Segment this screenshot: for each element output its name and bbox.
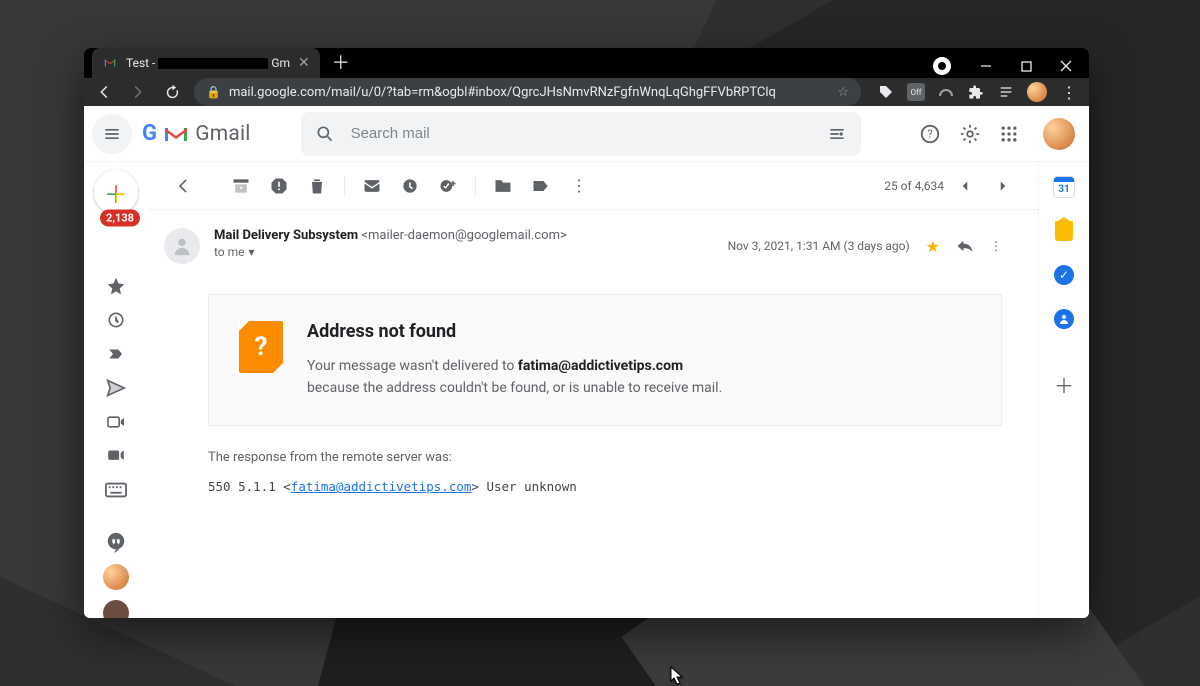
nav-reload-button[interactable] (160, 80, 184, 104)
unread-badge: 2,138 (100, 210, 140, 227)
svg-text:?: ? (927, 127, 932, 140)
sender-address: <mailer-daemon@googlemail.com> (361, 228, 566, 243)
gmail-envelope-icon (163, 124, 189, 144)
lock-icon: 🔒 (206, 85, 221, 99)
window-close-button[interactable] (1049, 52, 1083, 80)
calendar-addon-icon[interactable]: 31 (1053, 176, 1075, 198)
tab-strip: Test - Gm ✕ ＋ (84, 48, 1089, 78)
snooze-button[interactable] (393, 169, 427, 203)
omnibox[interactable]: 🔒 mail.google.com/mail/u/0/?tab=rm&ogbl#… (194, 78, 861, 106)
bounce-icon: ? (239, 321, 283, 373)
rail-meet-camera-icon[interactable] (104, 410, 128, 434)
rail-sent-icon[interactable] (104, 376, 128, 400)
sender-avatar (164, 228, 200, 264)
tab-title: Test - Gm (126, 56, 290, 70)
extension-tag-icon[interactable] (877, 83, 895, 101)
nav-back-button[interactable] (92, 80, 116, 104)
settings-gear-icon[interactable] (959, 123, 981, 145)
message-more-button[interactable]: ⋮ (990, 239, 1002, 253)
left-rail: ＋ 2,138 (84, 162, 148, 618)
smtp-email-link[interactable]: fatima@addictivetips.com (291, 479, 472, 494)
delete-button[interactable] (300, 169, 334, 203)
add-to-tasks-button[interactable] (431, 169, 465, 203)
gmail-header: G Gmail ? (84, 106, 1089, 162)
browser-tab[interactable]: Test - Gm ✕ (92, 48, 320, 78)
tasks-addon-icon[interactable]: ✓ (1053, 264, 1075, 286)
message-date: Nov 3, 2021, 1:31 AM (3 days ago) (728, 239, 910, 253)
account-avatar[interactable] (1043, 118, 1075, 150)
tab-close-icon[interactable]: ✕ (298, 55, 310, 71)
search-options-icon[interactable] (827, 124, 847, 144)
rail-important-icon[interactable] (104, 342, 128, 366)
more-actions-button[interactable]: ⋮ (562, 169, 596, 203)
window-maximize-button[interactable] (1009, 52, 1043, 80)
google-apps-icon[interactable] (999, 124, 1019, 144)
reading-list-icon[interactable] (997, 83, 1015, 101)
gmail-brand-text: Gmail (195, 122, 250, 146)
tab-search-button[interactable] (933, 57, 951, 75)
profile-avatar-icon[interactable] (1027, 82, 1047, 102)
star-button[interactable]: ★ (926, 237, 940, 256)
chrome-menu-button[interactable]: ⋮ (1057, 83, 1081, 102)
rail-snoozed-icon[interactable] (104, 308, 128, 332)
bookmark-star-icon[interactable]: ☆ (837, 85, 849, 100)
report-spam-button[interactable] (262, 169, 296, 203)
nav-forward-button[interactable] (126, 80, 150, 104)
recipient-text: to me (214, 245, 245, 259)
labels-button[interactable] (524, 169, 558, 203)
cursor-icon (670, 666, 684, 686)
message-header: Mail Delivery Subsystem <mailer-daemon@g… (148, 210, 1030, 270)
window-minimize-button[interactable] (969, 52, 1003, 80)
main-column: ⋮ 25 of 4,634 (148, 162, 1039, 618)
move-to-button[interactable] (486, 169, 520, 203)
keep-addon-icon[interactable] (1053, 220, 1075, 242)
pager-next-button[interactable] (986, 169, 1020, 203)
reply-button[interactable] (956, 237, 974, 255)
back-to-inbox-button[interactable] (166, 169, 200, 203)
smtp-line: 550 5.1.1 <fatima@addictivetips.com> Use… (208, 479, 1002, 494)
server-response: The response from the remote server was:… (208, 450, 1002, 494)
chat-contact-me[interactable] (103, 564, 129, 590)
search-icon (315, 124, 335, 144)
contacts-addon-icon[interactable] (1053, 308, 1075, 330)
mark-unread-button[interactable] (355, 169, 389, 203)
support-icon[interactable]: ? (919, 123, 941, 145)
side-panel: 31 ✓ ＋ (1039, 162, 1089, 618)
new-tab-button[interactable]: ＋ (320, 49, 362, 75)
bounce-body: Your message wasn't delivered to fatima@… (307, 356, 737, 399)
bounce-notice: ? Address not found Your message wasn't … (208, 294, 1002, 426)
gmail-favicon (102, 55, 118, 71)
search-input[interactable] (349, 124, 813, 143)
main-menu-button[interactable] (92, 114, 132, 154)
show-details-icon[interactable]: ▾ (249, 245, 255, 259)
search-box[interactable] (301, 112, 861, 156)
compose-button[interactable]: ＋ (94, 170, 138, 214)
extensions-puzzle-icon[interactable] (967, 83, 985, 101)
rail-hangouts-icon[interactable] (104, 530, 128, 554)
chat-contact-2[interactable] (103, 600, 129, 618)
response-label: The response from the remote server was: (208, 450, 1002, 465)
gmail-app: G Gmail ? (84, 106, 1089, 618)
pager-text: 25 of 4,634 (884, 179, 944, 193)
extension-off-icon[interactable]: Off (907, 83, 925, 101)
bounce-title: Address not found (307, 321, 737, 342)
rail-keyboard-icon[interactable] (104, 478, 128, 502)
message-toolbar: ⋮ 25 of 4,634 (148, 162, 1038, 210)
archive-button[interactable] (224, 169, 258, 203)
chrome-window: Test - Gm ✕ ＋ 🔒 mail.google.com/mail/u/0… (84, 48, 1089, 618)
omnibox-url: mail.google.com/mail/u/0/?tab=rm&ogbl#in… (229, 85, 829, 100)
gmail-logo[interactable]: G Gmail (142, 121, 251, 146)
pager-prev-button[interactable] (948, 169, 982, 203)
gmail-m-icon: G (142, 121, 157, 146)
sender-name: Mail Delivery Subsystem (214, 228, 358, 243)
rail-meet-video-icon[interactable] (104, 444, 128, 468)
extensions-row: Off (871, 82, 1047, 102)
extension-arc-icon[interactable] (937, 83, 955, 101)
get-addons-button[interactable]: ＋ (1054, 370, 1074, 399)
rail-inbox-icon[interactable] (104, 240, 128, 264)
rail-starred-icon[interactable] (104, 274, 128, 298)
